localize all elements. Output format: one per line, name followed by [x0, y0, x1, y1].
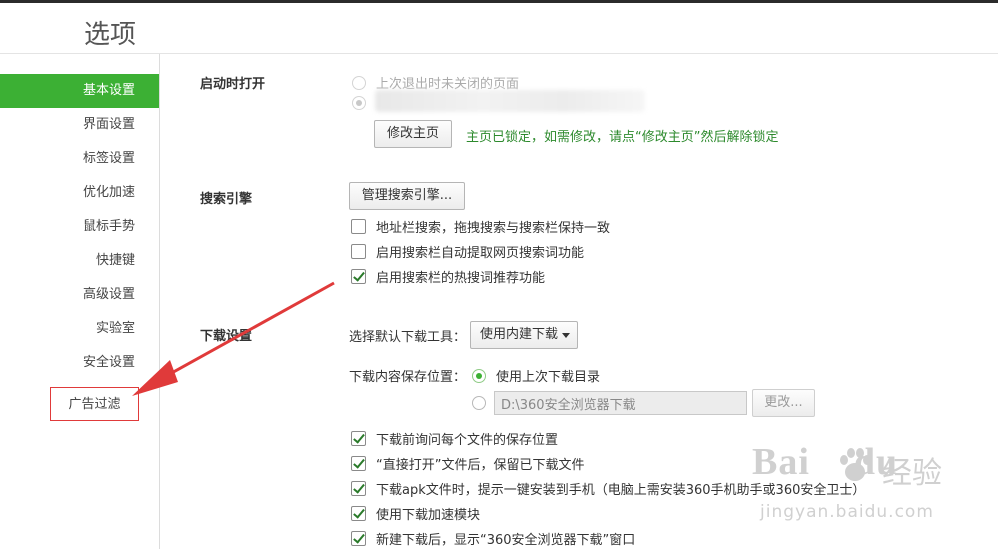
watermark-url: jingyan.baidu.com — [760, 502, 934, 522]
annotation-arrow-shaft — [149, 281, 335, 387]
watermark-logo: Bai du — [752, 441, 899, 483]
annotation-arrow-head — [132, 360, 178, 396]
watermark-cn: 经验 — [882, 456, 942, 491]
paw-icon — [840, 448, 871, 481]
baidu-watermark: Bai du 经验 jingyan.baidu.com — [752, 440, 992, 540]
